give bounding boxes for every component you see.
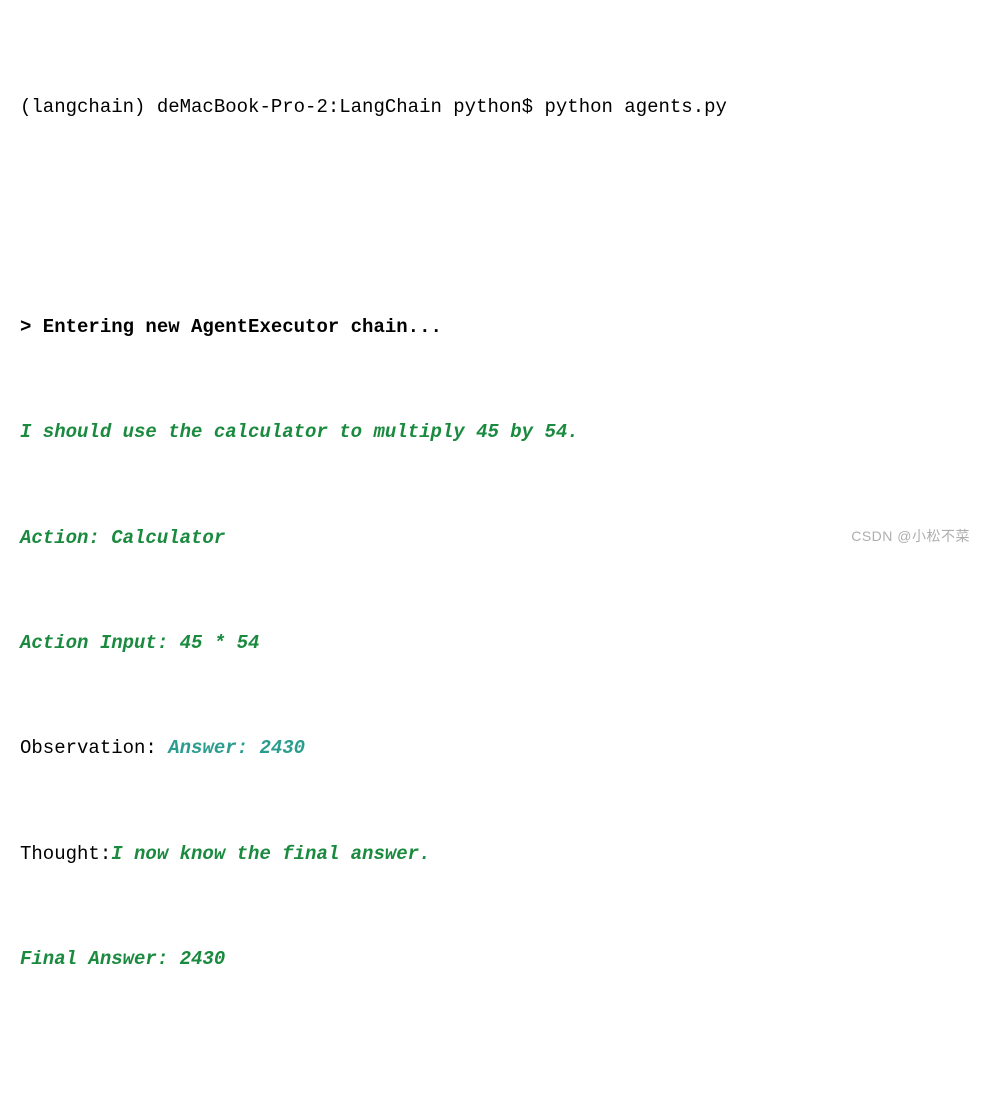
thought-label: Thought: xyxy=(20,843,111,865)
thought-value: I now know the final answer. xyxy=(111,843,430,865)
watermark-text: CSDN @小松不菜 xyxy=(851,524,970,550)
observation-value: Answer: 2430 xyxy=(168,737,305,759)
action-input-line: Action Input: 45 * 54 xyxy=(20,626,968,661)
terminal-output: (langchain) deMacBook-Pro-2:LangChain py… xyxy=(20,20,968,1112)
observation-label: Observation: xyxy=(20,737,168,759)
blank-line xyxy=(20,1048,968,1067)
entering-chain-line: > Entering new AgentExecutor chain... xyxy=(20,310,968,345)
thought-line-2: Thought:I now know the final answer. xyxy=(20,837,968,872)
observation-line: Observation: Answer: 2430 xyxy=(20,731,968,766)
shell-prompt-line: (langchain) deMacBook-Pro-2:LangChain py… xyxy=(20,90,968,125)
action-line: Action: Calculator xyxy=(20,521,968,556)
thought-line-1: I should use the calculator to multiply … xyxy=(20,415,968,450)
final-answer-line: Final Answer: 2430 xyxy=(20,942,968,977)
blank-lines xyxy=(20,196,968,240)
